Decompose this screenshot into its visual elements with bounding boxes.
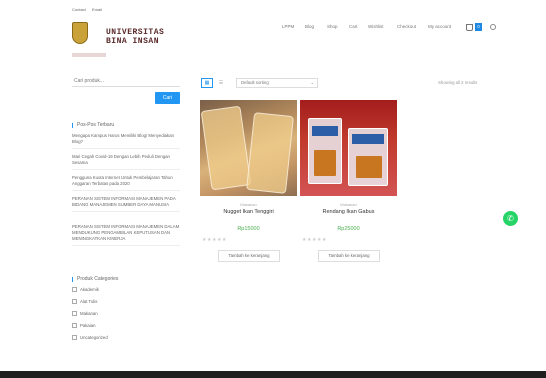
university-crest-icon [72, 22, 88, 44]
product-price: Rp25000 [337, 226, 360, 232]
list-view-icon[interactable]: ☰ [216, 78, 226, 88]
search-icon[interactable] [490, 24, 496, 30]
product-categories-title: Produk Categories [72, 276, 118, 282]
whatsapp-chat-icon[interactable]: ✆ [503, 211, 518, 226]
product-image[interactable] [200, 100, 297, 196]
brand-name-line2: BINA INSAN [106, 37, 160, 46]
product-card: Makanan Rendang Ikan Gabus Rp25000 ★★★★★… [300, 100, 397, 265]
brand-name-line1: UNIVERSITAS [106, 28, 165, 37]
chevron-down-icon: ⌄ [310, 80, 314, 85]
cart-count-badge[interactable]: 0 [475, 23, 482, 31]
nav-item-checkout[interactable]: Checkout [397, 24, 416, 29]
recent-posts-title: Pos-Pos Terbaru [72, 122, 114, 128]
category-item-alat-tulis[interactable]: Alat Tulis [72, 299, 97, 304]
recent-posts-title-text: Pos-Pos Terbaru [77, 122, 115, 128]
sort-select-value: Default sorting [241, 80, 269, 85]
nav-item-wishlist[interactable]: Wishlist [368, 24, 384, 29]
recent-post-item[interactable]: PERANAN SISTEM INFORMASI MANAJEMEN PADA … [72, 196, 180, 212]
product-name[interactable]: Rendang Ikan Gabus [300, 209, 397, 215]
result-count: Showing all 2 results [438, 80, 478, 85]
product-search-input[interactable] [72, 75, 180, 87]
product-card: Makanan Nugget Ikan Tenggiri Rp15000 ★★★… [200, 100, 297, 265]
site-logo[interactable]: UNIVERSITAS BINA INSAN [72, 20, 192, 64]
add-to-cart-button[interactable]: Tambah ke keranjang [318, 250, 380, 262]
category-item-akademik[interactable]: Akademik [72, 287, 99, 292]
product-category[interactable]: Makanan [200, 202, 297, 207]
rating-stars-icon: ★★★★★ [202, 237, 227, 243]
rating-stars-icon: ★★★★★ [302, 237, 327, 243]
add-to-cart-button[interactable]: Tambah ke keranjang [218, 250, 280, 262]
cart-icon[interactable] [466, 24, 473, 31]
grid-view-icon[interactable]: ▦ [201, 78, 213, 88]
recent-post-item[interactable]: PERANAN SISTEM INFORMASI MANAJEMEN DALAM… [72, 224, 180, 246]
recent-post-item[interactable]: Mari Cegah Covid-19 Dengan Lebih Peduli … [72, 154, 180, 170]
product-name[interactable]: Nugget Ikan Tenggiri [200, 209, 297, 215]
product-price: Rp15000 [237, 226, 260, 232]
category-item-uncategorized[interactable]: Uncategorized [72, 335, 108, 340]
nav-item-cart[interactable]: Cart [349, 24, 358, 29]
top-link-email[interactable]: Email [92, 7, 102, 12]
logo-subtitle-bar [72, 53, 106, 57]
sort-select[interactable]: Default sorting ⌄ [236, 78, 318, 88]
nav-item-blog[interactable]: Blog [305, 24, 314, 29]
recent-post-item[interactable]: Mengapa Kampus Harus Memiliki Blog/ Meny… [72, 133, 180, 149]
nav-item-my-account[interactable]: My account [428, 24, 451, 29]
search-button[interactable]: Cari [155, 92, 180, 104]
product-category[interactable]: Makanan [300, 202, 397, 207]
recent-post-item[interactable]: Pengguna Kuota Internet Untuk Pembelajar… [72, 175, 180, 191]
product-categories-title-text: Produk Categories [77, 276, 119, 282]
category-item-pakaian[interactable]: Pakaian [72, 323, 96, 328]
nav-item-lppm[interactable]: LPPM [282, 24, 294, 29]
nav-item-shop[interactable]: Shop [327, 24, 338, 29]
top-bar: Contact Email [0, 0, 546, 16]
category-item-makanan[interactable]: Makanan [72, 311, 98, 316]
product-image[interactable] [300, 100, 397, 196]
top-link-contact[interactable]: Contact [72, 7, 86, 12]
footer-bar [0, 371, 546, 378]
